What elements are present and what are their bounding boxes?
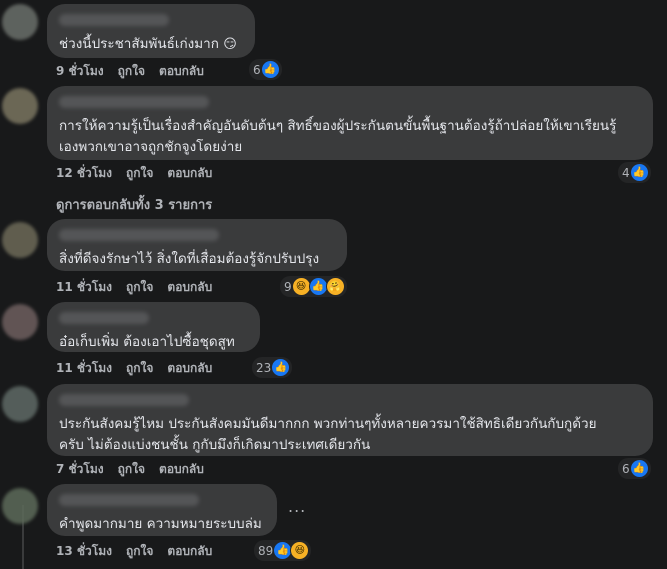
like-icon: 👍 <box>629 459 649 478</box>
avatar[interactable] <box>2 222 38 258</box>
smirk-emoji: 😏 <box>223 37 237 52</box>
avatar[interactable] <box>2 88 38 124</box>
reaction-summary[interactable]: 4 👍 <box>618 162 651 183</box>
haha-icon: 😆 <box>291 277 311 296</box>
haha-icon: 😆 <box>290 541 310 560</box>
comment-bubble: ประกันสังคมรู้ไหม ประกันสังคมมันดีมากกก … <box>47 384 653 456</box>
like-icon: 👍 <box>308 277 328 296</box>
comment-text: สิ่งที่ดีจงรักษาไว้ สิ่งใดที่เสื่อมต้องร… <box>59 251 320 267</box>
reaction-summary[interactable]: 6 👍 <box>249 59 282 80</box>
reaction-summary[interactable]: 9 😆 👍 🤗 <box>280 276 347 297</box>
comment-bubble: สิ่งที่ดีจงรักษาไว้ สิ่งใดที่เสื่อมต้องร… <box>47 219 347 271</box>
comment-text: การให้ความรู้เป็นเรื่องสำคัญอันดับต้นๆ ส… <box>59 118 617 155</box>
like-button[interactable]: ถูกใจ <box>118 460 145 479</box>
comment-bubble: การให้ความรู้เป็นเรื่องสำคัญอันดับต้นๆ ส… <box>47 86 653 160</box>
like-icon: 👍 <box>260 60 280 79</box>
avatar[interactable] <box>2 304 38 340</box>
comment-text: อ๋อเก็บเพิ่ม ต้องเอาไปซื้อชุดสูท <box>59 334 235 350</box>
commenter-name[interactable] <box>59 312 149 324</box>
avatar[interactable] <box>2 4 38 40</box>
reply-button[interactable]: ตอบกลับ <box>167 359 212 378</box>
like-icon: 👍 <box>271 358 291 377</box>
avatar[interactable] <box>2 386 38 422</box>
comment-text: ประกันสังคมรู้ไหม ประกันสังคมมันดีมากกก … <box>59 416 597 453</box>
comment-text: คำพูดมากมาย ความหมายระบบล่ม <box>59 516 262 532</box>
comment-actions: 13 ชั่วโมง ถูกใจ ตอบกลับ <box>56 542 212 561</box>
comment-bubble: ช่วงนี้ประชาสัมพันธ์เก่งมาก 😏 <box>47 4 255 58</box>
reaction-count: 23 <box>256 360 272 375</box>
reaction-count: 4 <box>622 165 630 180</box>
comment-time[interactable]: 9 ชั่วโมง <box>56 62 104 81</box>
comment-actions: 7 ชั่วโมง ถูกใจ ตอบกลับ <box>56 460 204 479</box>
comment-bubble: อ๋อเก็บเพิ่ม ต้องเอาไปซื้อชุดสูท <box>47 302 260 352</box>
reply-button[interactable]: ตอบกลับ <box>167 164 212 183</box>
commenter-name[interactable] <box>59 494 199 506</box>
commenter-name[interactable] <box>59 96 209 108</box>
care-icon: 🤗 <box>325 277 345 296</box>
like-button[interactable]: ถูกใจ <box>126 164 153 183</box>
comment-actions: 11 ชั่วโมง ถูกใจ ตอบกลับ <box>56 359 212 378</box>
comment-time[interactable]: 11 ชั่วโมง <box>56 278 112 297</box>
reaction-summary[interactable]: 6 👍 <box>618 458 651 479</box>
comment-actions: 12 ชั่วโมง ถูกใจ ตอบกลับ <box>56 164 212 183</box>
comment-actions: 9 ชั่วโมง ถูกใจ ตอบกลับ <box>56 62 204 81</box>
reply-button[interactable]: ตอบกลับ <box>167 542 212 561</box>
like-icon: 👍 <box>629 163 649 182</box>
commenter-name[interactable] <box>59 229 219 241</box>
reply-button[interactable]: ตอบกลับ <box>167 278 212 297</box>
commenter-name[interactable] <box>59 394 189 406</box>
comment-time[interactable]: 11 ชั่วโมง <box>56 359 112 378</box>
like-button[interactable]: ถูกใจ <box>126 359 153 378</box>
reaction-summary[interactable]: 23 👍 <box>252 357 293 378</box>
commenter-name[interactable] <box>59 14 169 26</box>
reaction-count: 6 <box>622 461 630 476</box>
avatar[interactable] <box>2 488 38 524</box>
comment-time[interactable]: 12 ชั่วโมง <box>56 164 112 183</box>
comment-bubble: คำพูดมากมาย ความหมายระบบล่ม <box>47 484 277 536</box>
reaction-summary[interactable]: 89 👍 😆 <box>254 540 312 561</box>
comment-time[interactable]: 13 ชั่วโมง <box>56 542 112 561</box>
reply-button[interactable]: ตอบกลับ <box>159 460 204 479</box>
like-button[interactable]: ถูกใจ <box>126 542 153 561</box>
comment-actions: 11 ชั่วโมง ถูกใจ ตอบกลับ <box>56 278 212 297</box>
like-button[interactable]: ถูกใจ <box>126 278 153 297</box>
reaction-count: 9 <box>284 279 292 294</box>
comment-time[interactable]: 7 ชั่วโมง <box>56 460 104 479</box>
more-options-icon[interactable]: ... <box>288 497 306 516</box>
reply-button[interactable]: ตอบกลับ <box>159 62 204 81</box>
like-button[interactable]: ถูกใจ <box>118 62 145 81</box>
view-replies-link[interactable]: ดูการตอบกลับทั้ง 3 รายการ <box>56 194 212 215</box>
comment-text: ช่วงนี้ประชาสัมพันธ์เก่งมาก <box>59 36 219 52</box>
reaction-count: 6 <box>253 62 261 77</box>
reaction-count: 89 <box>258 543 274 558</box>
